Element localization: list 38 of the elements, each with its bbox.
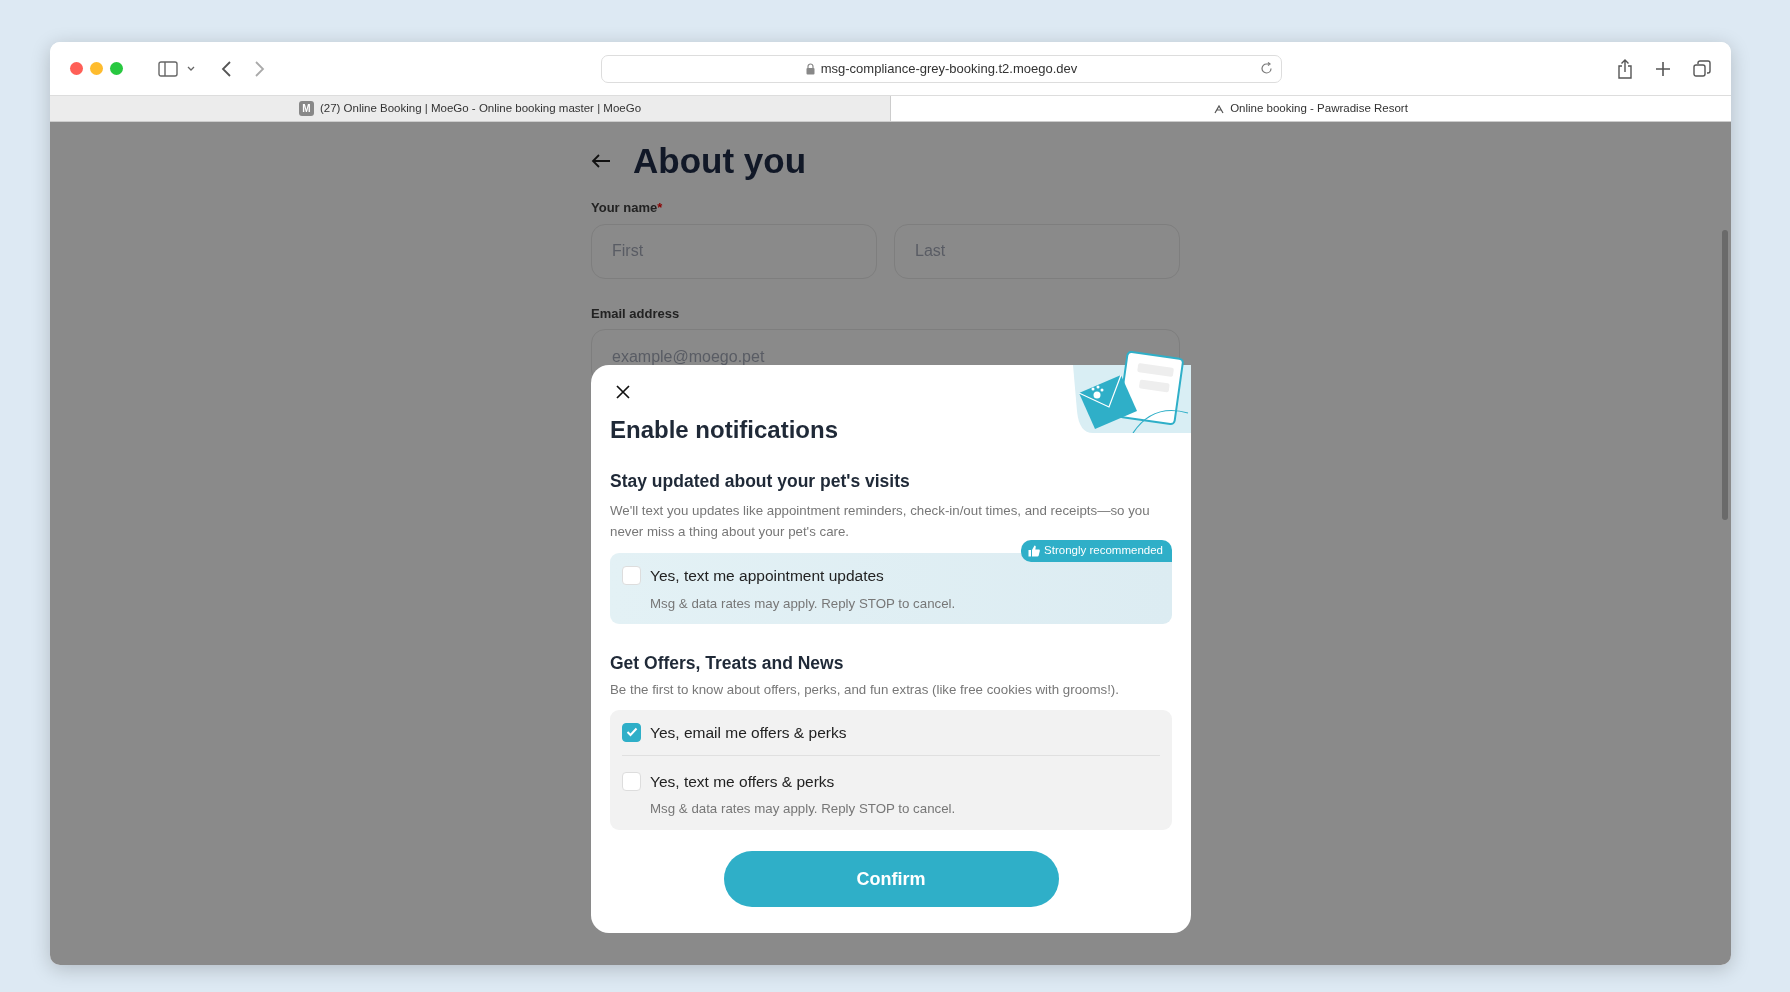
favicon-icon: M (298, 101, 314, 116)
page-title: About you (633, 140, 807, 182)
close-window-button[interactable] (70, 62, 83, 75)
chevron-down-icon[interactable] (186, 64, 196, 73)
share-icon[interactable] (1617, 58, 1633, 79)
site-icon (1214, 103, 1225, 114)
option-note: Msg & data rates may apply. Reply STOP to cancel. (650, 594, 957, 613)
option-note: Msg & data rates may apply. Reply STOP to cancel. (650, 800, 957, 819)
lock-icon (805, 62, 815, 75)
back-icon[interactable] (220, 59, 232, 78)
section-description: Be the first to know about offers, perks, and fun extras (like free cookies with grooms!). (610, 680, 1120, 699)
sidebar-icon[interactable] (158, 60, 178, 77)
checkbox[interactable] (622, 722, 641, 742)
reload-icon[interactable] (1260, 62, 1273, 75)
section-heading: Get Offers, Treats and News (610, 652, 845, 676)
back-arrow-icon[interactable] (591, 153, 611, 169)
scrollbar[interactable] (1722, 230, 1728, 520)
section-heading: Stay updated about your pet's visits (610, 470, 911, 493)
option-label[interactable]: Yes, email me offers & perks (650, 720, 847, 744)
option-label[interactable]: Yes, text me offers & perks (650, 769, 835, 794)
section-description: We'll text you updates like appointment reminders, check-in/out times, and receipts—so you never miss a thing about your pet's care. (610, 502, 1151, 542)
field-label: Your name* (591, 199, 664, 217)
option-label[interactable]: Yes, text me appointment updates (650, 564, 884, 588)
tabs-overview-icon[interactable] (1693, 59, 1711, 78)
maximize-window-button[interactable] (110, 62, 123, 75)
browser-tab[interactable]: M (27) Online Booking | MoeGo - Online booking master | MoeGo (50, 96, 891, 121)
badge-text: Strongly recommended (1044, 543, 1163, 559)
checkmark-icon (625, 727, 638, 738)
tab-title: (27) Online Booking | MoeGo - Online booking master | MoeGo (319, 100, 642, 116)
url-text: msg-compliance-grey-booking.t2.moego.dev (820, 59, 1078, 78)
address-bar[interactable]: msg-compliance-grey-booking.t2.moego.dev (601, 54, 1282, 83)
dialog-title: Enable notifications (610, 415, 840, 445)
close-icon[interactable] (615, 384, 631, 400)
tab-title: Online booking - Pawradise Resort (1230, 100, 1408, 116)
forward-icon[interactable] (254, 59, 266, 78)
field-label: Email address (591, 304, 681, 323)
plus-icon[interactable] (1655, 60, 1671, 77)
thumbs-up-icon (1028, 544, 1041, 557)
